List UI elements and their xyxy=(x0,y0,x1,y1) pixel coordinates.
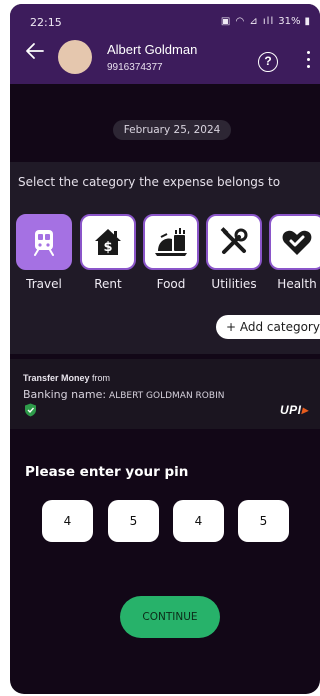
status-bar: 22:15 ▣ ◠ ⊿ ıll 31% ▮ xyxy=(10,4,320,29)
contact-phone: 9916374377 xyxy=(107,62,163,73)
category-rent[interactable]: $ Rent xyxy=(80,214,138,291)
category-label: Utilities xyxy=(211,277,257,291)
category-label: Rent xyxy=(94,277,122,291)
date-chip: February 25, 2024 xyxy=(113,120,231,140)
avatar[interactable] xyxy=(58,40,92,74)
category-label: Travel xyxy=(26,277,62,291)
pin-digit-4[interactable]: 5 xyxy=(238,500,289,542)
upi-logo-text: UPI xyxy=(280,403,302,417)
category-panel: Select the category the expense belongs … xyxy=(10,162,320,354)
category-prompt: Select the category the expense belongs … xyxy=(18,175,281,189)
tools-icon xyxy=(220,227,248,254)
train-icon xyxy=(34,230,54,256)
transfer-title-rest: from xyxy=(89,373,111,383)
upi-logo: UPI▸ xyxy=(280,403,309,417)
category-tile[interactable] xyxy=(143,214,199,270)
pin-digit-3[interactable]: 4 xyxy=(173,500,224,542)
more-options-icon[interactable] xyxy=(307,51,311,71)
category-utilities[interactable]: Utilities xyxy=(206,214,264,291)
house-dollar-icon: $ xyxy=(95,229,121,255)
add-category-button[interactable]: + Add category xyxy=(216,315,320,339)
category-tile[interactable]: $ xyxy=(80,214,136,270)
category-tile[interactable] xyxy=(206,214,262,270)
transfer-title-bold: Transfer Money xyxy=(23,373,90,383)
category-food[interactable]: Food xyxy=(143,214,201,291)
category-tile[interactable] xyxy=(269,214,320,270)
category-health[interactable]: Health xyxy=(269,214,320,291)
phone-screen: 22:15 ▣ ◠ ⊿ ıll 31% ▮ Albert Goldman 991… xyxy=(10,4,320,694)
svg-text:$: $ xyxy=(103,240,112,255)
chat-header: Albert Goldman 9916374377 ? xyxy=(10,26,320,84)
category-label: Health xyxy=(277,277,317,291)
category-label: Food xyxy=(156,277,186,291)
banking-name-row: Banking name: ALBERT GOLDMAN ROBIN xyxy=(23,388,224,401)
banking-name-value: ALBERT GOLDMAN ROBIN xyxy=(109,391,225,401)
transfer-title: Transfer Money from xyxy=(23,373,110,383)
pin-digit-2[interactable]: 5 xyxy=(108,500,159,542)
transfer-panel: Transfer Money from Banking name: ALBERT … xyxy=(10,359,320,429)
shield-check-icon xyxy=(25,403,36,417)
pin-digit-1[interactable]: 4 xyxy=(42,500,93,542)
back-arrow-icon[interactable] xyxy=(24,40,46,62)
category-tile[interactable] xyxy=(16,214,72,270)
continue-button[interactable]: CONTINUE xyxy=(120,596,220,638)
pin-prompt: Please enter your pin xyxy=(25,464,189,480)
heart-check-icon xyxy=(282,230,312,255)
food-icon xyxy=(155,228,187,256)
category-travel[interactable]: Travel xyxy=(16,214,74,291)
help-icon[interactable]: ? xyxy=(258,52,278,72)
banking-name-label: Banking name: xyxy=(23,388,107,401)
contact-name: Albert Goldman xyxy=(107,42,198,57)
